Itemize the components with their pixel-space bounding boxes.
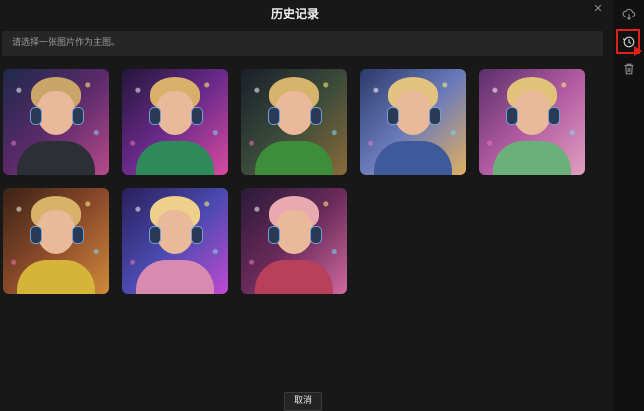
image-grid bbox=[3, 69, 585, 294]
history-image[interactable] bbox=[479, 69, 585, 175]
history-image[interactable] bbox=[3, 188, 109, 294]
cursor-pointer-icon bbox=[634, 46, 642, 56]
history-image[interactable] bbox=[360, 69, 466, 175]
dialog-title: 历史记录 bbox=[270, 7, 319, 21]
download-cloud-icon[interactable] bbox=[621, 6, 637, 22]
trash-icon[interactable] bbox=[621, 61, 637, 77]
close-icon[interactable]: ✕ bbox=[592, 3, 604, 15]
history-image[interactable] bbox=[122, 188, 228, 294]
history-image[interactable] bbox=[241, 188, 347, 294]
history-image[interactable] bbox=[122, 69, 228, 175]
instruction-bar: 请选择一张图片作为主图。 bbox=[2, 31, 603, 56]
history-image[interactable] bbox=[3, 69, 109, 175]
history-image[interactable] bbox=[241, 69, 347, 175]
cancel-button[interactable]: 取消 bbox=[284, 392, 322, 411]
history-dialog: 历史记录 ✕ 请选择一张图片作为主图。 取消 bbox=[0, 0, 614, 411]
right-toolbar bbox=[614, 0, 644, 411]
